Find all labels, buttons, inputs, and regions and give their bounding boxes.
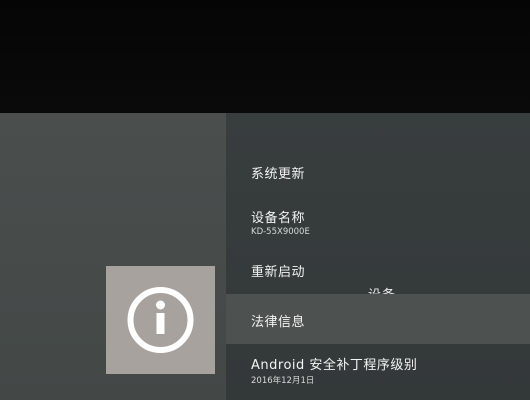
- menu-item-security-patch[interactable]: Android 安全补丁程序级别 2016年12月1日: [226, 346, 530, 400]
- dark-backdrop: [0, 0, 530, 113]
- info-icon: [127, 287, 194, 353]
- info-tile: [106, 266, 215, 374]
- menu-item-label: 重新启动: [251, 265, 306, 280]
- menu-item-label: Android 安全补丁程序级别: [251, 358, 418, 373]
- tv-settings-screen: 设备 关于 系统更新 设备名称 KD-55X9000E 重新启动 法律信息 An…: [0, 0, 530, 400]
- menu-item-system-update[interactable]: 系统更新: [226, 155, 530, 191]
- menu-item-legal-info[interactable]: 法律信息: [226, 294, 530, 344]
- menu-item-value: KD-55X9000E: [251, 227, 310, 237]
- menu-item-device-name[interactable]: 设备名称 KD-55X9000E: [226, 198, 530, 244]
- menu-item-label: 设备名称: [251, 211, 306, 226]
- menu-item-label: 系统更新: [251, 167, 306, 182]
- menu-item-label: 法律信息: [251, 315, 306, 330]
- menu-item-value: 2016年12月1日: [251, 376, 315, 386]
- menu-item-restart[interactable]: 重新启动: [226, 252, 530, 288]
